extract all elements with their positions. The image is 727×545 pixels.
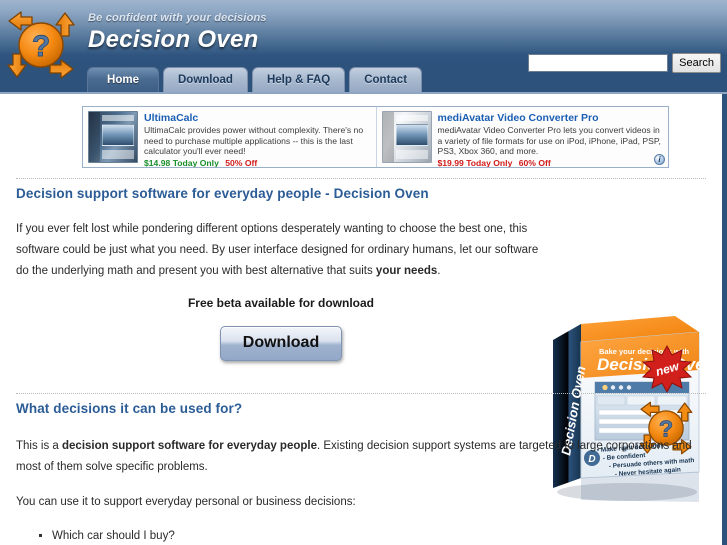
intro-text-part1: If you ever felt lost while pondering di… (16, 223, 539, 277)
site-tagline: Be confident with your decisions (88, 12, 267, 24)
section-heading-usecases: What decisions it can be used for? (16, 401, 243, 416)
ad-terms: Today Only (172, 157, 219, 168)
ad-terms: Today Only (466, 157, 513, 168)
nav-tab-help-faq[interactable]: Help & FAQ (251, 67, 346, 92)
ad-title[interactable]: mediAvatar Video Converter Pro (438, 112, 664, 124)
intro-paragraph: If you ever felt lost while pondering di… (16, 219, 546, 282)
usecases-text-part1: This is a (16, 440, 63, 452)
main-navigation: Home Download Help & FAQ Contact (87, 67, 423, 92)
svg-text:?: ? (32, 30, 50, 63)
usecases-paragraph: This is a decision support software for … (16, 436, 694, 478)
ad-price-line: $19.99 Today Only 60% Off (438, 158, 664, 168)
ad-price-line: $14.98 Today Only 50% Off (144, 158, 371, 168)
page-title: Decision support software for everyday p… (16, 186, 429, 201)
page-body: UltimaCalc UltimaCalc provides power wit… (0, 92, 727, 545)
ad-description: UltimaCalc provides power without comple… (144, 125, 364, 156)
intro-text-emphasis: your needs (375, 265, 438, 277)
usecases-list: Which car should I buy? (0, 523, 722, 545)
download-button[interactable]: Download (219, 326, 343, 361)
advertisement-banner: UltimaCalc UltimaCalc provides power wit… (82, 106, 669, 168)
search-input[interactable] (528, 54, 669, 72)
ad-price: $14.98 (144, 157, 171, 168)
ad-title[interactable]: UltimaCalc (144, 112, 371, 124)
nav-tab-download[interactable]: Download (163, 67, 248, 92)
ad-product-box-image (381, 111, 432, 163)
ad-info-icon[interactable]: i (654, 154, 665, 165)
site-header: ? Be confident with your decisions Decis… (0, 0, 727, 92)
usecases-text-emphasis: decision support software for everyday p… (62, 440, 317, 452)
main-content: Decision support software for everyday p… (0, 178, 722, 545)
section-divider (16, 393, 706, 394)
search-form: Search (528, 53, 721, 73)
beta-callout: Free beta available for download (187, 296, 375, 310)
nav-tab-home[interactable]: Home (87, 67, 159, 92)
ad-description: mediAvatar Video Converter Pro lets you … (437, 125, 661, 156)
ad-discount: 60% Off (518, 157, 551, 168)
right-rail (722, 94, 727, 545)
ad-product-box-image (88, 111, 138, 163)
decision-oven-arrows-question-logo[interactable]: ? (2, 8, 80, 82)
usecases-lead-in: You can use it to support everyday perso… (16, 496, 356, 508)
ad-slot-mediavatar[interactable]: mediAvatar Video Converter Pro mediAvata… (375, 107, 669, 168)
ad-slot-ultimacalc[interactable]: UltimaCalc UltimaCalc provides power wit… (83, 107, 376, 167)
download-button-wrap: Download (16, 326, 546, 361)
nav-tab-contact[interactable]: Contact (349, 67, 423, 92)
list-item: Which car should I buy? (52, 523, 722, 545)
ad-discount: 50% Off (225, 157, 258, 168)
section-divider (16, 178, 706, 179)
search-button[interactable]: Search (672, 53, 721, 73)
site-title: Decision Oven (88, 26, 259, 53)
ad-price: $19.99 (437, 157, 464, 168)
intro-text-part2: . (437, 265, 441, 277)
